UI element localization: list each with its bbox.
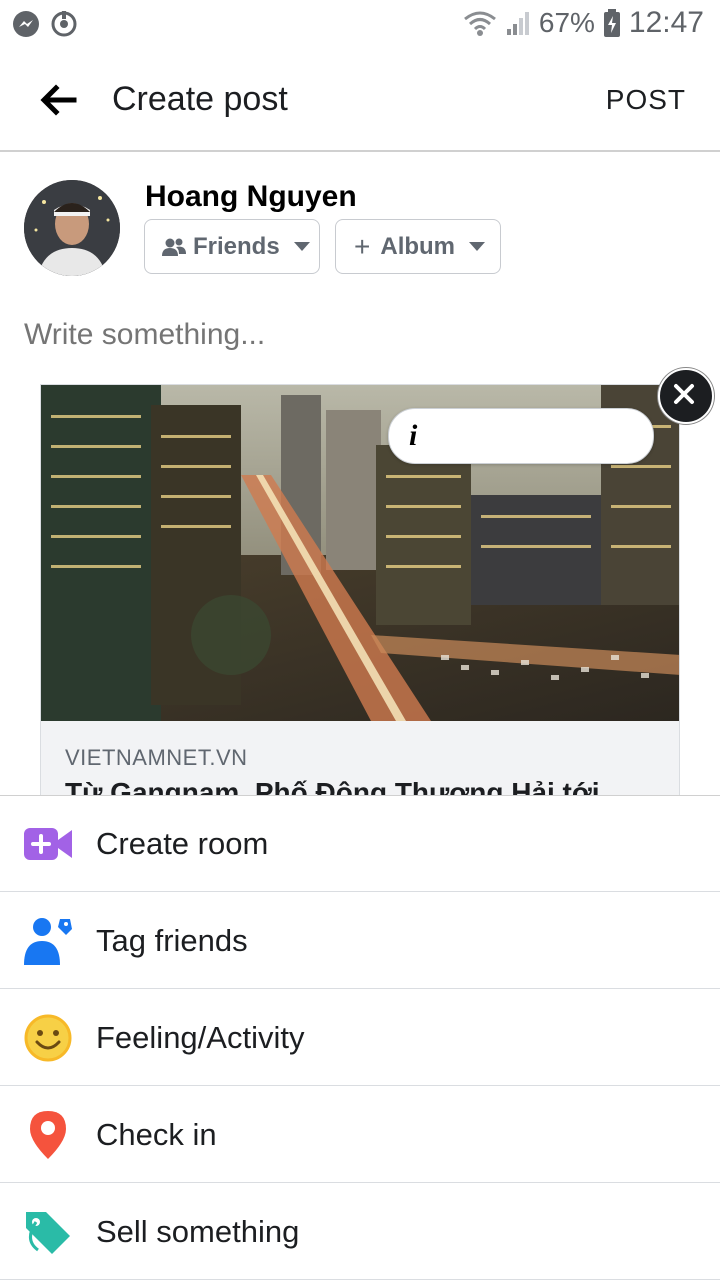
post-options-sheet: Create room Tag friends Feeling/Activity… [0, 795, 720, 1281]
option-label: Feeling/Activity [96, 1020, 305, 1055]
option-tag-friends[interactable]: Tag friends [0, 893, 720, 989]
friends-icon [162, 238, 186, 256]
audience-selector[interactable]: Friends [144, 219, 320, 274]
caret-down-icon [469, 242, 486, 251]
audience-label: Friends [193, 232, 280, 260]
caret-down-icon [293, 242, 310, 251]
back-button[interactable] [36, 78, 80, 122]
close-icon [674, 384, 694, 404]
price-tag-icon [26, 1212, 70, 1254]
avatar [24, 180, 120, 276]
wifi-icon [463, 11, 496, 36]
option-feeling-activity[interactable]: Feeling/Activity [0, 990, 720, 1086]
album-label: Album [380, 232, 456, 260]
clock: 12:47 [628, 6, 704, 39]
signal-icon [506, 12, 529, 35]
profile-photo [24, 180, 120, 276]
messenger-icon [13, 11, 39, 37]
plus-icon: + [354, 230, 371, 262]
option-sell-something[interactable]: Sell something [0, 1184, 720, 1280]
user-name: Hoang Nguyen [145, 180, 357, 213]
info-button[interactable]: i [388, 408, 654, 464]
option-create-room[interactable]: Create room [0, 796, 720, 892]
app-bar: Create post POST [0, 50, 720, 152]
sync-icon [51, 11, 77, 37]
smiley-icon [24, 1014, 72, 1062]
system-indicators: 67% 12:47 [463, 6, 704, 40]
notification-icons [12, 10, 78, 38]
option-label: Sell something [96, 1214, 300, 1249]
option-label: Tag friends [96, 923, 248, 958]
link-meta: VIETNAMNET.VN Từ Gangnam, Phố Đông Thượn… [41, 721, 679, 803]
link-domain: VIETNAMNET.VN [65, 745, 248, 770]
option-check-in[interactable]: Check in [0, 1087, 720, 1183]
status-bar: 67% 12:47 [0, 0, 720, 50]
post-button[interactable]: POST [606, 84, 686, 116]
battery-percent: 67% [538, 7, 595, 38]
page-title: Create post [112, 80, 288, 118]
remove-link-button[interactable] [658, 368, 714, 424]
post-text-input[interactable] [24, 318, 684, 352]
battery-icon [603, 9, 620, 37]
option-label: Create room [96, 826, 269, 861]
back-arrow-icon [40, 84, 77, 116]
album-selector[interactable]: + Album [335, 219, 501, 274]
tag-person-icon [24, 918, 72, 965]
info-icon: i [409, 419, 418, 452]
location-pin-icon [30, 1111, 66, 1159]
video-plus-icon [24, 828, 72, 860]
option-label: Check in [96, 1117, 217, 1152]
